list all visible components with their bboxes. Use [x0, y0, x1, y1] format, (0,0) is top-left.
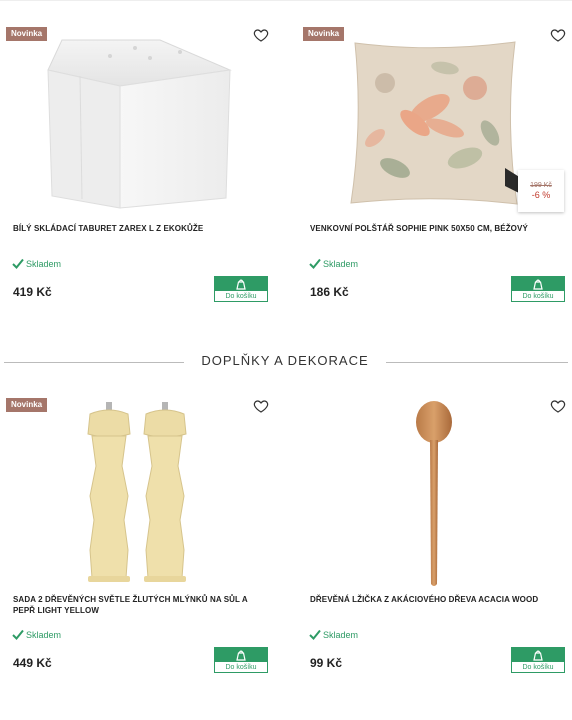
product-title[interactable]: SADA 2 DŘEVĚNÝCH SVĚTLE ŽLUTÝCH MLÝNKŮ N…	[13, 594, 258, 616]
product-title[interactable]: BÍLÝ SKLÁDACÍ TABURET ZAREX L Z EKOKŮŽE	[13, 223, 263, 234]
check-icon	[309, 629, 321, 640]
section-title: DOPLŇKY A DEKORACE	[201, 353, 369, 368]
product-price: 186 Kč	[310, 285, 349, 299]
ottoman-image[interactable]	[40, 36, 235, 214]
discount-percent: -6 %	[531, 190, 551, 200]
add-to-cart-label: Do košíku	[522, 664, 554, 671]
grinders-image[interactable]	[84, 400, 194, 586]
bag-icon	[236, 650, 246, 661]
heart-icon[interactable]	[550, 398, 566, 414]
new-badge: Novinka	[6, 398, 48, 412]
bag-icon	[236, 279, 246, 290]
stock-status: Skladem	[12, 258, 61, 269]
add-to-cart-button[interactable]: Do košíku	[511, 276, 565, 302]
check-icon	[12, 258, 24, 269]
heart-icon[interactable]	[253, 27, 269, 43]
product-price: 419 Kč	[13, 285, 52, 299]
product-price: 449 Kč	[13, 656, 52, 670]
stock-status: Skladem	[309, 258, 358, 269]
stock-status: Skladem	[309, 629, 358, 640]
add-to-cart-label: Do košíku	[225, 664, 257, 671]
product-title[interactable]: DŘEVĚNÁ LŽIČKA Z AKÁCIOVÉHO DŘEVA ACACIA…	[310, 594, 565, 605]
spoon-image[interactable]	[410, 400, 460, 588]
old-price: 199 Kč	[530, 182, 552, 189]
check-icon	[12, 629, 24, 640]
add-to-cart-button[interactable]: Do košíku	[511, 647, 565, 673]
add-to-cart-label: Do košíku	[225, 293, 257, 300]
section-divider-right	[386, 362, 568, 363]
discount-label: 199 Kč -6 %	[518, 170, 564, 212]
pillow-image[interactable]	[345, 38, 525, 208]
new-badge: Novinka	[303, 27, 345, 41]
check-icon	[309, 258, 321, 269]
top-divider	[0, 0, 572, 1]
product-title[interactable]: VENKOVNÍ POLŠTÁŘ SOPHIE PINK 50X50 CM, B…	[310, 223, 565, 234]
heart-icon[interactable]	[253, 398, 269, 414]
product-price: 99 Kč	[310, 656, 343, 670]
heart-icon[interactable]	[550, 27, 566, 43]
bag-icon	[533, 650, 543, 661]
bag-icon	[533, 279, 543, 290]
add-to-cart-button[interactable]: Do košíku	[214, 276, 268, 302]
section-divider-left	[4, 362, 184, 363]
add-to-cart-button[interactable]: Do košíku	[214, 647, 268, 673]
add-to-cart-label: Do košíku	[522, 293, 554, 300]
stock-status: Skladem	[12, 629, 61, 640]
